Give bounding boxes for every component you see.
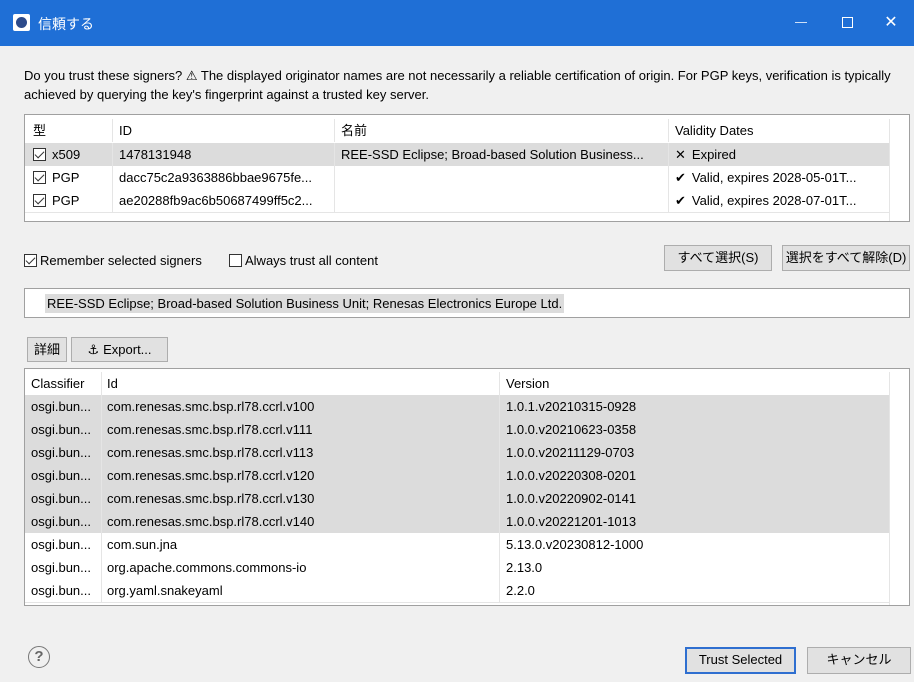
artifact-id: com.sun.jna <box>107 537 178 552</box>
artifact-version: 2.2.0 <box>506 583 535 598</box>
artifact-row[interactable]: osgi.bun... com.renesas.smc.bsp.rl78.ccrl… <box>25 395 891 418</box>
artifact-version: 5.13.0.v20230812-1000 <box>506 537 644 552</box>
always-trust-checkbox[interactable] <box>229 254 242 267</box>
artifact-id: com.renesas.smc.bsp.rl78.ccrl.v113 <box>107 445 314 460</box>
column-header-id[interactable]: ID <box>119 119 329 142</box>
artifacts-table[interactable]: Classifier Id Version osgi.bun... com.ren… <box>24 368 910 606</box>
maximize-icon <box>841 17 853 29</box>
artifact-version: 1.0.0.v20210623-0358 <box>506 422 637 437</box>
signer-id: 1478131948 <box>119 147 192 162</box>
artifact-row[interactable]: osgi.bun... org.apache.commons.commons-io… <box>25 556 891 579</box>
signer-row[interactable]: PGP dacc75c2a9363886bbae9675fe... ✔ Valid… <box>25 166 891 189</box>
artifact-id: com.renesas.smc.bsp.rl78.ccrl.v130 <box>107 491 315 506</box>
signer-id: dacc75c2a9363886bbae9675fe... <box>119 170 313 185</box>
expired-icon: ✕ <box>675 147 686 162</box>
artifact-version: 2.13.0 <box>506 560 543 575</box>
remember-signers-label: Remember selected signers <box>40 253 202 268</box>
artifact-classifier: osgi.bun... <box>31 422 91 437</box>
artifact-row[interactable]: osgi.bun... com.renesas.smc.bsp.rl78.ccrl… <box>25 464 891 487</box>
select-all-button[interactable]: すべて選択(S) <box>664 245 772 271</box>
artifact-version: 1.0.0.v20220902-0141 <box>506 491 637 506</box>
artifacts-header-row: Classifier Id Version <box>25 372 909 395</box>
signers-header-row: 型 ID 名前 Validity Dates <box>25 119 909 142</box>
artifact-id: com.renesas.smc.bsp.rl78.ccrl.v100 <box>107 399 315 414</box>
artifact-classifier: osgi.bun... <box>31 491 91 506</box>
signer-name <box>341 189 666 212</box>
dialog-body: Do you trust these signers? ⚠ The displa… <box>0 46 914 682</box>
column-header-validity[interactable]: Validity Dates <box>675 119 885 142</box>
artifact-row[interactable]: osgi.bun... com.renesas.smc.bsp.rl78.ccrl… <box>25 441 891 464</box>
column-header-id[interactable]: Id <box>107 372 497 395</box>
signer-detail-field[interactable]: REE-SSD Eclipse; Broad-based Solution Bu… <box>24 288 910 318</box>
artifact-row[interactable]: osgi.bun... com.renesas.smc.bsp.rl78.ccrl… <box>25 418 891 441</box>
artifact-version: 1.0.0.v20211129-0703 <box>506 445 635 460</box>
artifact-version: 1.0.0.v20220308-0201 <box>506 468 637 483</box>
signers-table[interactable]: 型 ID 名前 Validity Dates x509 1478131948 R… <box>24 114 910 222</box>
export-icon: ⚓ <box>87 342 100 357</box>
column-header-type[interactable]: 型 <box>33 119 113 142</box>
always-trust-label: Always trust all content <box>245 253 378 268</box>
deselect-all-button[interactable]: 選択をすべて解除(D) <box>782 245 910 271</box>
signer-type: PGP <box>52 193 80 208</box>
signer-name: REE-SSD Eclipse; Broad-based Solution Bu… <box>341 147 644 162</box>
signer-validity: Valid, expires 2028-07-01T... <box>691 193 857 208</box>
help-icon[interactable]: ? <box>28 646 50 668</box>
signer-validity: Valid, expires 2028-05-01T... <box>691 170 857 185</box>
signer-id: ae20288fb9ac6b50687499ff5c2... <box>119 193 313 208</box>
signer-name <box>341 166 666 189</box>
column-header-version[interactable]: Version <box>506 372 886 395</box>
minimize-button[interactable] <box>778 0 824 46</box>
signer-type: x509 <box>52 147 81 162</box>
artifact-classifier: osgi.bun... <box>31 560 91 575</box>
artifact-classifier: osgi.bun... <box>31 445 91 460</box>
export-label: Export... <box>103 342 152 357</box>
artifact-classifier: osgi.bun... <box>31 537 91 552</box>
window-title: 信頼する <box>38 16 94 32</box>
artifact-id: com.renesas.smc.bsp.rl78.ccrl.v120 <box>107 468 315 483</box>
artifact-version: 1.0.1.v20210315-0928 <box>506 399 637 414</box>
valid-check-icon: ✔ <box>675 193 686 208</box>
remember-signers-option[interactable]: Remember selected signers <box>24 252 202 270</box>
signers-scrollbar-area[interactable] <box>889 142 909 221</box>
valid-check-icon: ✔ <box>675 170 686 185</box>
title-bar: 信頼する ✕ <box>0 0 914 46</box>
artifact-version: 1.0.0.v20221201-1013 <box>506 514 637 529</box>
signer-type: PGP <box>52 170 80 185</box>
signer-checkbox[interactable] <box>33 171 46 184</box>
signer-row[interactable]: x509 1478131948 REE-SSD Eclipse; Broad-b… <box>25 143 891 166</box>
artifact-id: com.renesas.smc.bsp.rl78.ccrl.v140 <box>107 514 315 529</box>
artifact-classifier: osgi.bun... <box>31 514 91 529</box>
always-trust-option[interactable]: Always trust all content <box>229 252 378 270</box>
export-button[interactable]: ⚓ Export... <box>71 337 168 362</box>
trust-message: Do you trust these signers? ⚠ The displa… <box>24 68 891 102</box>
close-button[interactable]: ✕ <box>868 0 914 46</box>
artifact-row[interactable]: osgi.bun... com.renesas.smc.bsp.rl78.ccrl… <box>25 487 891 510</box>
signer-detail-value: REE-SSD Eclipse; Broad-based Solution Bu… <box>45 294 565 313</box>
artifact-row[interactable]: osgi.bun... com.sun.jna 5.13.0.v20230812-1… <box>25 533 891 556</box>
details-button[interactable]: 詳細 <box>27 337 67 362</box>
trust-selected-button[interactable]: Trust Selected <box>685 647 796 674</box>
column-header-name[interactable]: 名前 <box>341 119 671 142</box>
signer-row[interactable]: PGP ae20288fb9ac6b50687499ff5c2... ✔ Vali… <box>25 189 891 212</box>
minimize-icon <box>795 22 807 24</box>
close-icon: ✕ <box>884 14 898 31</box>
artifact-id: org.apache.commons.commons-io <box>107 560 307 575</box>
remember-signers-checkbox[interactable] <box>24 254 37 267</box>
artifact-classifier: osgi.bun... <box>31 468 91 483</box>
artifacts-scrollbar-area[interactable] <box>889 395 909 605</box>
cancel-button[interactable]: キャンセル <box>807 647 911 674</box>
signer-validity: Expired <box>691 147 736 162</box>
artifact-classifier: osgi.bun... <box>31 399 91 414</box>
maximize-button[interactable] <box>824 0 870 46</box>
artifact-row[interactable]: osgi.bun... com.renesas.smc.bsp.rl78.ccrl… <box>25 510 891 533</box>
signer-checkbox[interactable] <box>33 194 46 207</box>
eclipse-icon <box>13 14 30 31</box>
column-header-classifier[interactable]: Classifier <box>31 372 101 395</box>
artifact-classifier: osgi.bun... <box>31 583 91 598</box>
artifact-row[interactable]: osgi.bun... org.yaml.snakeyaml 2.2.0 <box>25 579 891 602</box>
artifact-id: com.renesas.smc.bsp.rl78.ccrl.v111 <box>107 422 313 437</box>
artifact-id: org.yaml.snakeyaml <box>107 583 223 598</box>
signer-checkbox[interactable] <box>33 148 46 161</box>
